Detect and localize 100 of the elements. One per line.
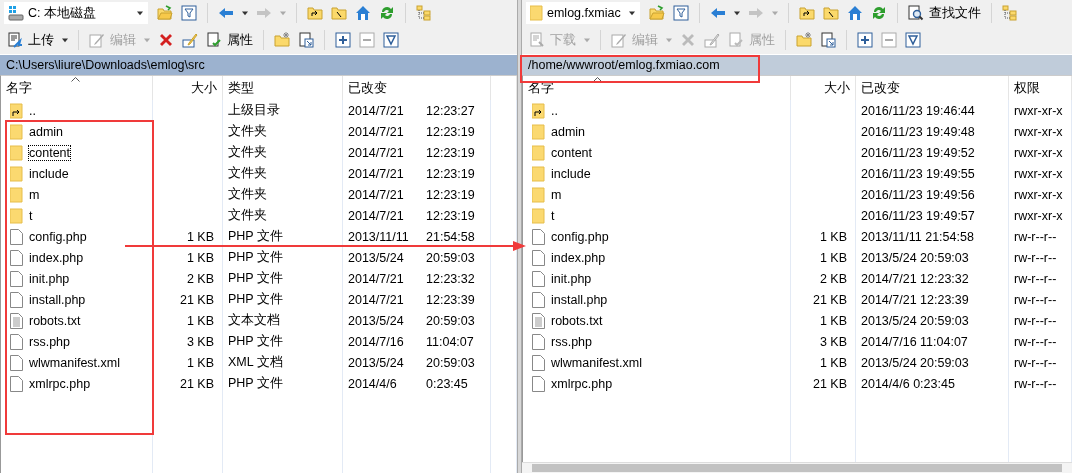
modified-cell: 2016/11/23 19:49:57 — [856, 205, 1009, 226]
folder-icon — [532, 186, 545, 203]
file-name-cell[interactable]: admin — [10, 123, 64, 140]
modified-cell: 2014/7/21 12:23:39 — [856, 289, 1009, 310]
horizontal-scrollbar[interactable] — [522, 462, 1072, 473]
column-header[interactable]: 已改变 — [343, 76, 491, 100]
file-icon — [532, 270, 545, 287]
type-cell: 文件夹 — [223, 163, 343, 184]
size-cell: 21 KB — [153, 373, 223, 394]
file-icon — [10, 270, 23, 287]
search-icon — [908, 5, 924, 21]
panel-splitter[interactable] — [517, 0, 522, 473]
file-name-cell[interactable]: robots.txt — [532, 312, 603, 329]
file-name-cell[interactable]: content — [10, 144, 70, 161]
column-header[interactable]: 大小 — [791, 76, 856, 100]
size-cell: 21 KB — [791, 289, 856, 310]
file-name-cell[interactable]: include — [532, 165, 591, 182]
modified-cell: 2014/7/21 12:23:27 — [343, 100, 491, 121]
filter-icon — [383, 32, 399, 48]
modified-cell: 2016/11/23 19:49:55 — [856, 163, 1009, 184]
file-name-cell[interactable]: m — [10, 186, 40, 203]
size-cell: 1 KB — [153, 352, 223, 373]
file-name-cell[interactable]: admin — [532, 123, 586, 140]
filter-icon — [673, 5, 689, 21]
modified-cell: 2013/5/24 20:59:03 — [856, 352, 1009, 373]
properties-icon — [206, 32, 222, 48]
file-name-cell[interactable]: t — [532, 207, 555, 224]
file-name-cell[interactable]: robots.txt — [10, 312, 81, 329]
file-name-cell[interactable]: wlwmanifest.xml — [10, 354, 120, 371]
upload-icon — [7, 32, 23, 48]
size-cell: 2 KB — [791, 268, 856, 289]
file-name-cell[interactable]: install.php — [532, 291, 608, 308]
file-name-cell[interactable]: init.php — [10, 270, 70, 287]
permissions-cell: rw-r--r-- — [1009, 331, 1072, 352]
file-name-cell[interactable]: install.php — [10, 291, 86, 308]
file-name-cell[interactable]: m — [532, 186, 562, 203]
file-name-cell[interactable]: config.php — [10, 228, 87, 245]
text-file-icon — [532, 312, 545, 329]
file-name-cell[interactable]: xmlrpc.php — [10, 375, 91, 392]
folder-icon — [532, 144, 545, 161]
file-name-cell[interactable]: index.php — [10, 249, 84, 266]
location-dropdown[interactable]: emlog.fxmiac — [526, 2, 640, 24]
file-name-cell[interactable]: include — [10, 165, 69, 182]
filter-button[interactable] — [670, 2, 692, 24]
refresh-icon — [379, 5, 395, 21]
rename-icon — [182, 32, 198, 48]
size-cell: 21 KB — [791, 373, 856, 394]
column-header[interactable]: 权限 — [1009, 76, 1072, 100]
upload-button[interactable]: 上传 — [4, 29, 57, 51]
folder-open-icon — [157, 5, 173, 21]
file-name-cell[interactable]: .. — [10, 102, 36, 119]
sort-icon — [71, 77, 80, 82]
file-name-cell[interactable]: index.php — [532, 249, 606, 266]
column-header[interactable]: 类型 — [223, 76, 343, 100]
filter-button[interactable] — [178, 2, 200, 24]
file-name-cell[interactable]: rss.php — [10, 333, 70, 350]
type-cell: PHP 文件 — [223, 268, 343, 289]
modified-cell: 2014/7/21 12:23:32 — [343, 268, 491, 289]
shortcut-icon — [298, 32, 314, 48]
properties-button[interactable]: 属性 — [203, 29, 256, 51]
filter-icon — [905, 32, 921, 48]
select-button[interactable] — [854, 29, 876, 51]
file-name-cell[interactable]: config.php — [532, 228, 609, 245]
file-name-cell[interactable]: t — [10, 207, 33, 224]
permissions-cell: rw-r--r-- — [1009, 226, 1072, 247]
select-button[interactable] — [332, 29, 354, 51]
parent-folder-icon — [532, 102, 545, 119]
file-icon — [532, 228, 545, 245]
file-name-cell[interactable]: content — [532, 144, 592, 161]
type-cell: PHP 文件 — [223, 289, 343, 310]
permissions-cell: rwxr-xr-x — [1009, 184, 1072, 205]
permissions-cell: rw-r--r-- — [1009, 247, 1072, 268]
column-header[interactable]: 名字 — [1, 76, 153, 100]
modified-cell: 2014/4/6 0:23:45 — [856, 373, 1009, 394]
file-name-cell[interactable]: xmlrpc.php — [532, 375, 613, 392]
filter-select-button[interactable] — [380, 29, 402, 51]
file-name-cell[interactable]: .. — [532, 102, 558, 119]
minus-icon — [881, 32, 897, 48]
permissions-cell: rwxr-xr-x — [1009, 142, 1072, 163]
file-name-cell[interactable]: rss.php — [532, 333, 592, 350]
parent-folder-icon — [799, 5, 815, 21]
modified-cell: 2014/7/21 12:23:19 — [343, 205, 491, 226]
file-icon — [532, 333, 545, 350]
minus-icon — [359, 32, 375, 48]
file-icon — [10, 333, 23, 350]
sort-icon — [593, 77, 602, 82]
folder-icon — [10, 123, 23, 140]
file-name-cell[interactable]: wlwmanifest.xml — [532, 354, 642, 371]
permissions-cell: rw-r--r-- — [1009, 289, 1072, 310]
column-header[interactable]: 已改变 — [856, 76, 1009, 100]
find-button[interactable]: 查找文件 — [905, 2, 984, 24]
type-cell: PHP 文件 — [223, 331, 343, 352]
parent-folder-icon — [10, 102, 23, 119]
file-icon — [10, 375, 23, 392]
type-cell: 文件夹 — [223, 205, 343, 226]
type-cell: PHP 文件 — [223, 373, 343, 394]
file-name-cell[interactable]: init.php — [532, 270, 592, 287]
filter-select-button[interactable] — [902, 29, 924, 51]
column-header[interactable]: 大小 — [153, 76, 223, 100]
location-dropdown[interactable]: C: 本地磁盘 — [4, 2, 148, 24]
